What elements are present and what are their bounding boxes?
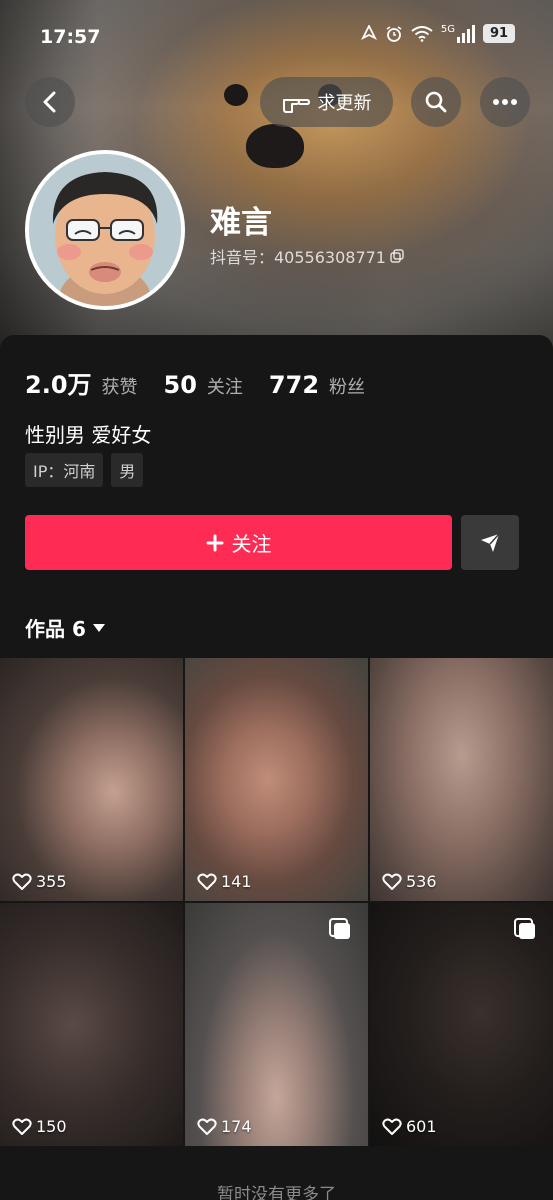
tab-works[interactable]: 作品 6 xyxy=(25,613,106,642)
likes-count[interactable]: 2.0万 xyxy=(25,365,92,400)
heart-icon xyxy=(197,1118,217,1135)
like-count-value: 150 xyxy=(36,1117,67,1136)
copy-icon[interactable] xyxy=(390,249,404,263)
back-button[interactable] xyxy=(25,77,75,127)
like-count-value: 141 xyxy=(221,872,252,891)
heart-icon xyxy=(382,1118,402,1135)
video-thumbnail[interactable]: 174 xyxy=(185,903,368,1146)
like-count: 355 xyxy=(12,872,67,891)
profile-tags: IP：河南 男 xyxy=(25,453,144,487)
following-count[interactable]: 50 xyxy=(164,371,197,399)
back-icon xyxy=(43,91,56,113)
like-count: 536 xyxy=(382,872,437,891)
gender-tag: 男 xyxy=(111,453,144,487)
like-count: 150 xyxy=(12,1117,67,1136)
status-icons: 5G 91 xyxy=(360,24,515,43)
likes-label[interactable]: 获赞 xyxy=(102,373,138,399)
video-thumbnail[interactable]: 141 xyxy=(185,658,368,901)
follow-label: 关注 xyxy=(231,532,272,556)
request-update-button[interactable]: 求更新 xyxy=(260,77,393,127)
multi-image-icon xyxy=(514,918,535,939)
banner-dog-eye xyxy=(224,84,248,106)
avatar[interactable] xyxy=(25,150,185,310)
ip-tag: IP：河南 xyxy=(25,453,104,487)
search-icon xyxy=(425,91,447,113)
like-count: 174 xyxy=(197,1117,252,1136)
following-label[interactable]: 关注 xyxy=(207,373,243,399)
battery-indicator: 91 xyxy=(483,24,515,43)
banner-dog-nose xyxy=(246,124,304,168)
video-thumbnail[interactable]: 355 xyxy=(0,658,183,901)
alarm-icon xyxy=(386,25,402,42)
network-type-label: 5G xyxy=(440,24,455,35)
followers-count[interactable]: 772 xyxy=(269,371,319,399)
works-tab-label: 作品 6 xyxy=(25,617,86,641)
heart-icon xyxy=(197,873,217,890)
douyin-id-text: 抖音号：40556308771 xyxy=(210,248,386,267)
like-count: 141 xyxy=(197,872,252,891)
status-time: 17:57 xyxy=(40,26,101,48)
location-icon xyxy=(360,24,377,40)
profile-name: 难言 xyxy=(210,205,272,241)
video-thumbnail[interactable]: 536 xyxy=(370,658,553,901)
douyin-id[interactable]: 抖音号：40556308771 xyxy=(210,244,404,268)
like-count: 601 xyxy=(382,1117,437,1136)
more-button[interactable] xyxy=(480,77,530,127)
heart-icon xyxy=(12,873,32,890)
like-count-value: 174 xyxy=(221,1117,252,1136)
status-bar: 17:57 5G 91 xyxy=(0,0,553,70)
request-update-label: 求更新 xyxy=(317,93,372,114)
follow-button[interactable]: 关注 xyxy=(25,515,452,570)
like-count-value: 355 xyxy=(36,872,67,891)
heart-icon xyxy=(382,873,402,890)
multi-image-icon xyxy=(329,918,350,939)
send-message-button[interactable] xyxy=(461,515,519,570)
send-icon xyxy=(481,532,500,552)
video-thumbnail[interactable]: 150 xyxy=(0,903,183,1146)
signal-icon xyxy=(457,24,475,43)
profile-bio: 性别男 爱好女 xyxy=(25,423,152,447)
works-grid: 355 141 536 150 174 601 xyxy=(0,658,553,1146)
more-icon xyxy=(493,99,517,105)
profile-stats: 2.0万 获赞 50 关注 772 粉丝 xyxy=(25,365,391,400)
search-button[interactable] xyxy=(411,77,461,127)
no-more-text: 暂时没有更多了 xyxy=(217,1185,336,1200)
plus-icon xyxy=(206,534,223,551)
like-count-value: 601 xyxy=(406,1117,437,1136)
video-thumbnail[interactable]: 601 xyxy=(370,903,553,1146)
wifi-icon xyxy=(411,25,433,42)
followers-label[interactable]: 粉丝 xyxy=(329,373,365,399)
avatar-cartoon-face xyxy=(29,154,181,306)
pointing-hand-icon xyxy=(282,99,310,113)
like-count-value: 536 xyxy=(406,872,437,891)
caret-down-icon xyxy=(92,623,105,632)
heart-icon xyxy=(12,1118,32,1135)
